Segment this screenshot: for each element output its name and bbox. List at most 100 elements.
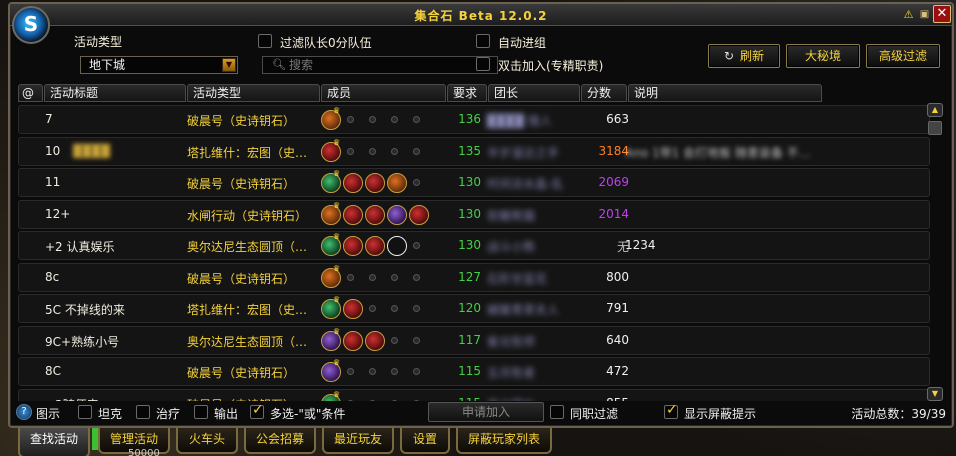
empty-slot-icon bbox=[391, 305, 398, 312]
row-requirement: 130 bbox=[458, 206, 481, 221]
filter-leader-zero-checkbox[interactable] bbox=[258, 34, 272, 48]
empty-slot-icon bbox=[347, 368, 354, 375]
col-requirement[interactable]: 要求 bbox=[447, 84, 487, 102]
spec-red-icon bbox=[343, 173, 363, 193]
empty-slot-icon bbox=[413, 147, 420, 155]
col-members[interactable]: 成员 bbox=[321, 84, 446, 102]
col-score[interactable]: 分数 bbox=[581, 84, 627, 102]
spec-red-icon bbox=[343, 236, 363, 256]
legend-label: 图示 bbox=[36, 407, 61, 421]
row-leader[interactable]: 紫光牧师 bbox=[487, 333, 535, 350]
same-class-checkbox[interactable] bbox=[550, 405, 564, 419]
row-requirement: 127 bbox=[458, 269, 481, 284]
scroll-thumb[interactable] bbox=[928, 121, 942, 135]
row-requirement: 135 bbox=[458, 143, 481, 158]
leader-crown-icon: ♛ bbox=[333, 200, 341, 210]
row-leader[interactable]: 蝴蝶青翠夫人 bbox=[487, 301, 559, 318]
row-title-extra: ████ bbox=[73, 143, 110, 158]
tab-settings[interactable]: 设置 bbox=[400, 428, 450, 454]
mythic-button[interactable]: 大秘境 bbox=[786, 44, 860, 68]
tank-checkbox[interactable] bbox=[78, 405, 92, 419]
row-score: 472 bbox=[606, 364, 629, 378]
same-class-label: 同职过滤 bbox=[570, 407, 619, 421]
tab-blocked-players[interactable]: 屏蔽玩家列表 bbox=[456, 428, 552, 454]
col-type[interactable]: 活动类型 bbox=[187, 84, 320, 102]
row-activity-type: 塔扎维什：宏图（史… bbox=[187, 145, 308, 160]
leader-crown-icon: ♛ bbox=[333, 263, 341, 273]
row-leader[interactable]: 战斗小熊 bbox=[487, 238, 535, 255]
row-leader[interactable]: 半岁溜达之手 bbox=[487, 144, 559, 161]
table-row[interactable]: 8C 破晨号（史诗钥石） ♛ 115 五月牧者 472 bbox=[18, 357, 930, 386]
row-activity-type: 奥尔达尼生态圆顶（… bbox=[187, 334, 308, 349]
chevron-down-icon[interactable]: ▼ bbox=[222, 58, 236, 72]
spec-white-icon bbox=[387, 236, 407, 256]
row-leader[interactable]: 软糖熊猫 bbox=[487, 207, 535, 224]
row-description: 1234 bbox=[625, 238, 656, 252]
scrollbar[interactable]: ▲ ▼ bbox=[926, 103, 944, 401]
row-leader[interactable]: 石阶甘蓝花 bbox=[487, 270, 547, 287]
tab-guild-recruit[interactable]: 公会招募 bbox=[244, 428, 316, 454]
multi-or-checkbox[interactable] bbox=[250, 402, 264, 419]
row-activity-type: 奥尔达尼生态圆顶（… bbox=[187, 240, 308, 254]
table-row[interactable]: 5C 不掉线的来 塔扎维什：宏图（史… ♛ 120 蝴蝶青翠夫人 791 bbox=[18, 294, 930, 323]
tab-recent-players[interactable]: 最近玩友 bbox=[322, 428, 394, 454]
leader-crown-icon: ♛ bbox=[333, 106, 341, 115]
advanced-filter-button[interactable]: 高级过滤 bbox=[866, 44, 940, 68]
lock-icon[interactable]: ▣ bbox=[917, 7, 932, 22]
row-score: 无 bbox=[616, 240, 629, 254]
tab-train[interactable]: 火车头 bbox=[176, 428, 238, 454]
col-title[interactable]: 活动标题 bbox=[44, 84, 186, 102]
row-activity-type: 塔扎维什：宏图（史… bbox=[187, 303, 308, 317]
empty-slot-icon bbox=[413, 116, 420, 123]
table-row[interactable]: 10 ████ 塔扎维什：宏图（史… ♛ 135 半岁溜达之手 3184 Ano 1带1 会打… bbox=[18, 136, 930, 166]
refresh-button[interactable]: ↻ 刷新 bbox=[708, 44, 780, 68]
table-row[interactable]: 9C+熟练小号 奥尔达尼生态圆顶（… ♛ 117 紫光牧师 640 bbox=[18, 325, 930, 355]
close-button[interactable]: ✕ bbox=[933, 5, 951, 23]
dps-label: 输出 bbox=[214, 407, 239, 421]
apply-button[interactable]: 申请加入 bbox=[428, 402, 544, 422]
row-requirement: 115 bbox=[439, 396, 481, 402]
col-at[interactable]: @ bbox=[18, 84, 43, 102]
row-members: ♛ bbox=[321, 358, 451, 383]
healer-checkbox[interactable] bbox=[136, 405, 150, 419]
empty-slot-icon bbox=[347, 147, 354, 155]
table-row[interactable]: +2 认真娱乐 奥尔达尼生态圆顶（… ♛ 130 战斗小熊 无 1234 bbox=[18, 231, 930, 260]
legend-icon[interactable]: ? bbox=[16, 404, 32, 420]
scroll-down-icon[interactable]: ▼ bbox=[927, 387, 943, 401]
leader-crown-icon: ♛ bbox=[333, 232, 341, 241]
row-description: Ano 1带1 会打地板 随意装备 不… bbox=[625, 145, 811, 160]
col-description[interactable]: 说明 bbox=[628, 84, 822, 102]
tab-find-activity[interactable]: 查找活动 bbox=[18, 428, 90, 456]
search-input[interactable]: 搜索 bbox=[262, 56, 498, 74]
row-leader[interactable]: 五月牧者 bbox=[487, 364, 535, 381]
empty-slot-icon bbox=[391, 368, 398, 375]
row-score: 855 bbox=[579, 396, 629, 402]
row-leader[interactable]: ████·猎人 bbox=[487, 112, 552, 129]
activity-type-dropdown[interactable]: 地下城 ▼ bbox=[80, 56, 238, 74]
table-row[interactable]: 8c 破晨号（史诗钥石） ♛ 127 石阶甘蓝花 800 bbox=[18, 262, 930, 292]
under-tab-number: 50000 bbox=[128, 448, 160, 456]
row-members: ♛ bbox=[321, 327, 451, 352]
row-title: 8c bbox=[45, 269, 60, 284]
table-row[interactable]: +3随便来 破晨号（史诗钥石） ♛ 115 某个团长 855 bbox=[18, 388, 930, 402]
double-click-join-checkbox[interactable] bbox=[476, 57, 490, 71]
row-activity-type: 破晨号（史诗钥石） bbox=[187, 366, 296, 380]
row-members: ♛ bbox=[321, 390, 451, 401]
auto-join-checkbox[interactable] bbox=[476, 34, 490, 48]
table-row[interactable]: 7 破晨号（史诗钥石） ♛ 136 ████·猎人 663 bbox=[18, 105, 930, 134]
scroll-up-icon[interactable]: ▲ bbox=[927, 103, 943, 117]
auto-join-label: 自动进组 bbox=[498, 36, 547, 50]
show-hidden-checkbox[interactable] bbox=[664, 402, 678, 419]
row-leader[interactable]: 某个团长 bbox=[487, 396, 535, 402]
table-row[interactable]: 12+ 水闸行动（史诗钥石） ♛ 130 软糖熊猫 2014 bbox=[18, 199, 930, 229]
dps-checkbox[interactable] bbox=[194, 405, 208, 419]
warning-icon[interactable]: ⚠ bbox=[901, 7, 916, 22]
empty-slot-icon bbox=[369, 305, 376, 312]
table-row[interactable]: 11 破晨号（史诗钥石） ♛ 130 时间淡水晶-乱 2069 bbox=[18, 168, 930, 197]
row-leader[interactable]: 时间淡水晶-乱 bbox=[487, 175, 563, 192]
col-leader[interactable]: 团长 bbox=[488, 84, 580, 102]
multi-or-label: 多选-"或"条件 bbox=[270, 407, 346, 421]
title-bar[interactable]: 集合石 Beta 12.0.2 ⚠ ▣ ✕ bbox=[10, 4, 952, 26]
leader-crown-icon: ♛ bbox=[333, 358, 341, 367]
row-activity-type: 破晨号（史诗钥石） bbox=[187, 271, 296, 286]
